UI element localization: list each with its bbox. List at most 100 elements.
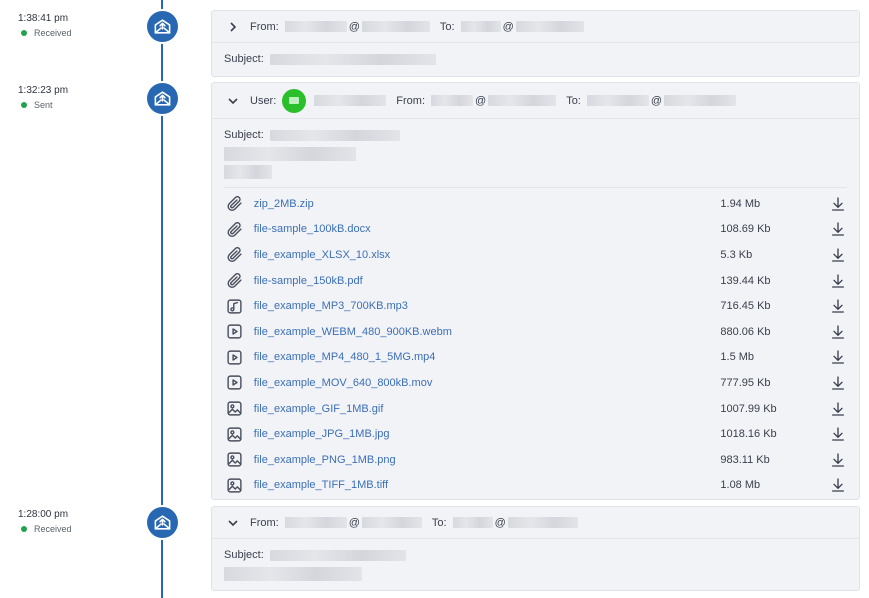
avatar: [282, 88, 307, 113]
download-icon[interactable]: [829, 246, 847, 264]
video-file-icon: [226, 374, 244, 392]
attachment-name-link[interactable]: file_example_JPG_1MB.jpg: [254, 428, 721, 440]
attachment-name-link[interactable]: file-sample_100kB.docx: [254, 223, 721, 235]
at-sign: @: [502, 20, 514, 33]
entry-status: Received: [18, 524, 138, 534]
attachment-size: 716.45 Kb: [720, 300, 771, 313]
attachment-name-link[interactable]: file_example_MP3_700KB.mp3: [254, 300, 721, 312]
attachment-row: zip_2MB.zip 1.94 Mb: [224, 191, 847, 217]
attachment-name-link[interactable]: file_example_MP4_480_1_5MG.mp4: [254, 351, 721, 363]
attachment-size: 108.69 Kb: [720, 223, 771, 236]
attachment-name-link[interactable]: file-sample_150kB.pdf: [254, 275, 721, 287]
attachment-row: file_example_WEBM_480_900KB.webm 880.06 K…: [224, 319, 847, 345]
from-label: From:: [396, 94, 426, 107]
image-file-icon: [226, 451, 244, 469]
download-icon[interactable]: [829, 323, 847, 341]
download-icon[interactable]: [829, 451, 847, 469]
attachment-row: file_example_PNG_1MB.png 983.11 Kb: [224, 447, 847, 473]
image-file-icon: [226, 425, 244, 443]
message-card: From: @ To: @ Subject:: [211, 506, 860, 591]
envelope-up-icon: [147, 507, 178, 538]
attachment-row: file_example_MOV_640_800kB.mov 777.95 Kb: [224, 370, 847, 396]
video-file-icon: [226, 348, 244, 366]
attachment-name-link[interactable]: file_example_GIF_1MB.gif: [254, 403, 721, 415]
paperclip-icon: [226, 195, 244, 213]
download-icon[interactable]: [829, 297, 847, 315]
status-text: Sent: [34, 100, 53, 110]
download-icon[interactable]: [829, 195, 847, 213]
attachment-size: 139.44 Kb: [720, 274, 771, 287]
download-icon[interactable]: [829, 374, 847, 392]
chevron-down-icon[interactable]: [226, 516, 240, 530]
redacted-text: [269, 549, 406, 561]
image-file-icon: [226, 476, 244, 494]
subject-row: Subject:: [224, 51, 847, 67]
attachment-size: 1018.16 Kb: [720, 428, 777, 441]
envelope-up-icon: [147, 11, 178, 42]
envelope-up-icon: [147, 83, 178, 114]
attachment-name-link[interactable]: zip_2MB.zip: [254, 198, 721, 210]
redacted-text: [224, 567, 362, 581]
message-header[interactable]: User: From: @ To: @: [212, 83, 859, 119]
redacted-text: [269, 129, 400, 141]
attachment-size: 1.08 Mb: [720, 479, 761, 492]
image-file-icon: [226, 400, 244, 418]
redacted-text: [664, 95, 737, 106]
entry-time: 1:38:41 pm: [18, 13, 69, 24]
attachment-size: 1007.99 Kb: [720, 402, 777, 415]
attachment-list: zip_2MB.zip 1.94 Mb file-sample_100kB.docx…: [224, 187, 847, 498]
subject-row: Subject:: [224, 127, 847, 143]
redacted-text: [284, 517, 347, 528]
redacted-text: [361, 517, 422, 528]
download-icon[interactable]: [829, 272, 847, 290]
chevron-right-icon[interactable]: [226, 20, 240, 34]
entry-meta: 1:32:23 pm Sent: [18, 85, 138, 110]
download-icon[interactable]: [829, 348, 847, 366]
download-icon[interactable]: [829, 425, 847, 443]
entry-meta: 1:38:41 pm Received: [18, 13, 138, 38]
redacted-text: [224, 165, 272, 179]
attachment-name-link[interactable]: file_example_WEBM_480_900KB.webm: [254, 326, 721, 338]
to-label: To:: [431, 516, 447, 529]
redacted-text: [224, 147, 356, 161]
attachment-row: file-sample_100kB.docx 108.69 Kb: [224, 217, 847, 243]
redacted-text: [515, 21, 584, 32]
entry-status: Sent: [18, 100, 138, 110]
at-sign: @: [475, 94, 487, 107]
video-file-icon: [226, 323, 244, 341]
message-header[interactable]: From: @ To: @: [212, 507, 859, 539]
entry-time: 1:32:23 pm: [18, 85, 69, 96]
paperclip-icon: [226, 220, 244, 238]
redacted-text: [431, 95, 474, 106]
redacted-text: [507, 517, 578, 528]
entry-time: 1:28:00 pm: [18, 509, 69, 520]
at-sign: @: [348, 516, 360, 529]
from-label: From:: [250, 516, 279, 529]
redacted-text: [314, 95, 387, 106]
download-icon[interactable]: [829, 220, 847, 238]
status-text: Received: [34, 524, 72, 534]
redacted-text: [586, 95, 649, 106]
download-icon[interactable]: [829, 400, 847, 418]
download-icon[interactable]: [829, 476, 847, 494]
at-sign: @: [348, 20, 360, 33]
attachment-name-link[interactable]: file_example_MOV_640_800kB.mov: [254, 377, 721, 389]
attachment-name-link[interactable]: file_example_PNG_1MB.png: [254, 454, 721, 466]
paperclip-icon: [226, 272, 244, 290]
message-body: Subject:: [212, 43, 859, 67]
attachment-size: 777.95 Kb: [720, 376, 771, 389]
attachment-row: file-sample_150kB.pdf 139.44 Kb: [224, 268, 847, 294]
message-body: Subject:: [212, 539, 859, 581]
redacted-text: [284, 21, 347, 32]
attachment-size: 1.94 Mb: [720, 197, 761, 210]
attachment-name-link[interactable]: file_example_TIFF_1MB.tiff: [254, 479, 721, 491]
redacted-text: [460, 21, 501, 32]
subject-label: Subject:: [224, 549, 264, 561]
attachment-name-link[interactable]: file_example_XLSX_10.xlsx: [254, 249, 721, 261]
chevron-down-icon[interactable]: [226, 94, 240, 108]
subject-label: Subject:: [224, 129, 264, 141]
attachment-row: file_example_TIFF_1MB.tiff 1.08 Mb: [224, 473, 847, 499]
redacted-text: [488, 95, 557, 106]
attachment-size: 880.06 Kb: [720, 325, 771, 338]
message-header[interactable]: From: @ To: @: [212, 11, 859, 43]
